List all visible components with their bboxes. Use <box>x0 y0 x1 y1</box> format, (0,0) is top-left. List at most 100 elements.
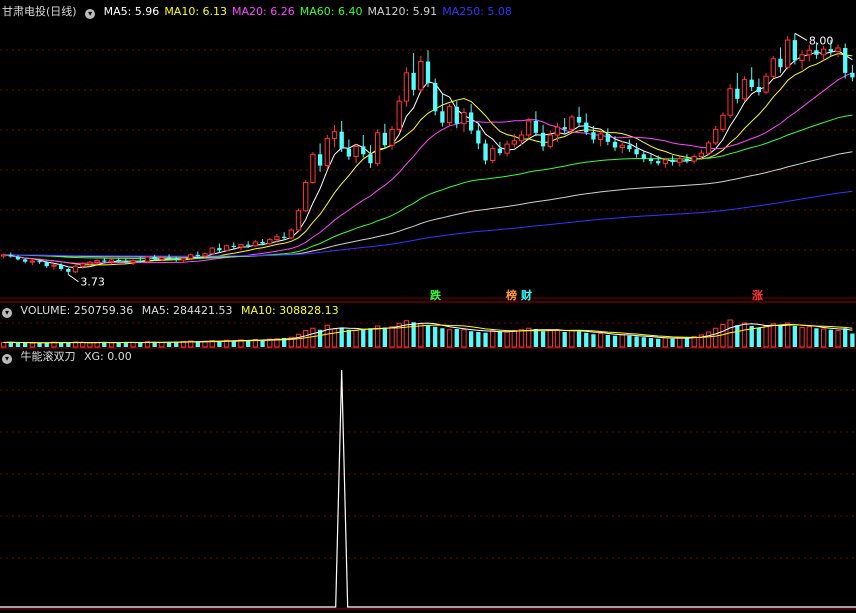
low-marker-line <box>68 274 79 283</box>
candle-body <box>223 245 230 251</box>
candle-body <box>584 122 589 133</box>
candle-body <box>152 257 157 260</box>
event-finance[interactable]: 财 <box>521 289 532 303</box>
candle-body <box>806 49 812 56</box>
candle-body <box>159 257 165 260</box>
volume-bar <box>799 327 805 348</box>
xg-signal-line <box>0 369 856 608</box>
ma-legend: MA5: 5.96 MA10: 6.13 MA20: 6.26 MA60: 6.40 M… <box>104 5 517 18</box>
candle-body <box>656 161 661 164</box>
candle-body <box>72 265 79 273</box>
candle-body <box>389 128 395 146</box>
volume-bar <box>735 325 740 347</box>
volume-bar <box>584 332 589 347</box>
volume-bar <box>331 328 338 348</box>
candle-body <box>562 127 567 130</box>
candle-body <box>763 75 769 93</box>
candle-body <box>483 143 488 161</box>
candle-body <box>497 148 503 154</box>
event-rise[interactable]: 涨 <box>752 289 763 303</box>
candle-body <box>382 132 387 146</box>
candle-body <box>102 260 107 262</box>
candle-body <box>433 83 438 112</box>
candle-body <box>281 236 287 238</box>
candle-body <box>94 260 100 263</box>
volume-bar <box>461 329 467 348</box>
event-drop[interactable]: 跌 <box>430 289 441 303</box>
volume-bar <box>806 326 812 348</box>
volume-bar <box>469 331 474 347</box>
volume-bar <box>87 342 93 348</box>
volume-bar <box>576 331 582 347</box>
volume-bar <box>562 332 567 347</box>
candle-body <box>597 133 604 141</box>
candle-body <box>231 245 236 247</box>
candle-body <box>303 182 309 212</box>
candle-body <box>835 47 841 52</box>
candle-body <box>469 112 474 131</box>
indicator <box>0 369 856 608</box>
volume-bar <box>835 330 841 348</box>
candle-body <box>58 265 64 269</box>
event-rank[interactable]: 榜 <box>506 289 517 303</box>
candle-body <box>411 72 416 90</box>
candle-body <box>44 262 49 267</box>
volume-bar <box>138 342 143 347</box>
candle-body <box>195 254 200 256</box>
volume-bar <box>425 325 431 347</box>
volume-bar <box>656 338 661 347</box>
candle-body <box>476 130 481 144</box>
high-price-label: 8.00 <box>809 34 834 47</box>
volume-bar <box>346 329 352 347</box>
volume-bar <box>670 338 675 347</box>
candle-body <box>346 148 352 157</box>
volume-bar <box>446 329 453 348</box>
candle-body <box>144 256 151 263</box>
candle-body <box>440 111 445 123</box>
volume-bar <box>454 329 459 347</box>
ma-legend-item: MA120: 5.91 <box>367 5 438 18</box>
candle-body <box>756 87 762 93</box>
volume-bar <box>130 342 136 348</box>
candle-body <box>353 145 359 158</box>
volume-bar <box>295 333 302 348</box>
candle-body <box>820 48 827 56</box>
candle-body <box>238 244 244 248</box>
candle-body <box>260 241 265 244</box>
volume-bar <box>389 326 395 348</box>
candle-body <box>274 236 280 241</box>
ma-legend-item: MA10: 6.13 <box>164 5 228 18</box>
candle-body <box>634 149 639 155</box>
candle-body <box>461 111 467 125</box>
candle-body <box>339 131 344 149</box>
candle-body <box>331 131 338 139</box>
settings-circle-icon[interactable]: ▾ <box>85 9 96 19</box>
volume-bar <box>648 338 654 347</box>
candle-body <box>66 269 71 272</box>
volume-bar <box>662 337 669 348</box>
candle-body <box>403 72 410 102</box>
ma-line <box>3 72 853 264</box>
volume-settings-icon[interactable]: ▾ <box>2 308 12 318</box>
candle-body <box>518 134 525 142</box>
candle-body <box>698 152 705 158</box>
candle-body <box>0 254 7 257</box>
volume-bar <box>29 342 36 348</box>
stock-title: 甘肃电投(日线) <box>2 5 77 18</box>
volume-bar <box>850 333 855 347</box>
volume-bars <box>0 319 855 348</box>
candle-body <box>619 144 625 148</box>
volume-bar <box>37 342 42 347</box>
candle-body <box>187 254 194 259</box>
candle-body <box>576 116 582 123</box>
indicator-name: 牛能滚双刀 <box>20 350 76 363</box>
indicator-header: ▾ 牛能滚双刀 XG: 0.00 <box>2 349 137 365</box>
volume-bar <box>310 327 316 348</box>
candle-body <box>310 153 316 184</box>
candle-body <box>396 100 402 130</box>
volume-bar <box>828 329 833 347</box>
indicator-settings-icon[interactable]: ▾ <box>2 354 12 364</box>
candle-body <box>705 142 712 154</box>
low-price-label: 3.73 <box>80 276 105 289</box>
ma-legend-item: MA60: 6.40 <box>299 5 363 18</box>
